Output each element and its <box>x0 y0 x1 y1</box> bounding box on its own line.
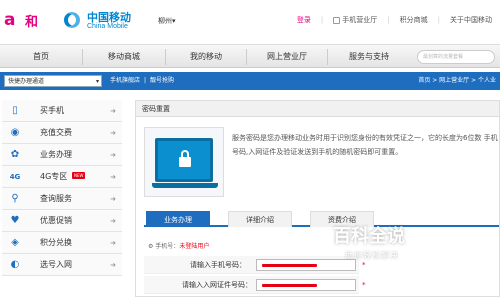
and-logo-char: 和 <box>25 15 39 30</box>
china-mobile-logo[interactable]: 中国移动 China Mobile <box>60 8 150 34</box>
sidebar-item-recharge[interactable]: ◉ 充值交费 ➜ <box>2 122 122 144</box>
gift-icon: ◈ <box>11 237 19 248</box>
top-header: a 和 中国移动 China Mobile 柳州▾ 登录 | 手机营业厅 | 积… <box>0 0 500 42</box>
sidebar-item-business[interactable]: ✿ 业务办理 ➜ <box>2 144 122 166</box>
new-badge: NEW <box>72 172 86 179</box>
phone-icon: ▯ <box>12 105 18 116</box>
sidebar-item-label: 4G专区 <box>40 172 68 181</box>
arrow-right-icon: ➜ <box>110 151 116 159</box>
login-status: ⚙ 手机号：未登陆用户 <box>148 241 209 250</box>
quick-bar: 快捷办理通道 ▾ 手机旗舰店 | 靓号抢购 首页 > 网上营业厅 > 个人业 <box>0 72 500 90</box>
tab-business[interactable]: 业务办理 <box>146 211 210 227</box>
login-status-value: 未登陆用户 <box>179 243 210 250</box>
coin-icon: ◉ <box>10 127 20 138</box>
redaction-mark <box>262 284 317 287</box>
laptop-icon <box>152 138 218 188</box>
tab-details[interactable]: 详细介绍 <box>228 211 292 227</box>
and-logo[interactable]: a 和 <box>4 8 42 34</box>
quick-access-value: 快捷办理通道 <box>8 78 45 85</box>
mobile-hall-label: 手机营业厅 <box>342 16 378 24</box>
arrow-right-icon: ➜ <box>110 239 116 247</box>
sidebar-item-choose-number[interactable]: ◐ 选号入网 ➜ <box>2 254 122 276</box>
id-number-label: 请输入入网证件号码： <box>182 281 252 289</box>
4g-icon: 4G <box>9 173 21 181</box>
sidebar-item-label: 积分兑换 <box>40 238 72 247</box>
watermark: 百科全说 助你轻松解决 <box>333 222 473 277</box>
sidebar: ▯ 买手机 ➜ ◉ 充值交费 ➜ ✿ 业务办理 ➜ 4G 4G专区 NEW ➜ … <box>2 100 122 297</box>
arrow-right-icon: ➜ <box>110 107 116 115</box>
lock-body <box>179 157 191 167</box>
phone-number-label: 请输入手机号码： <box>190 261 246 269</box>
arrow-right-icon: ➜ <box>110 261 116 269</box>
top-links: 登录 | 手机营业厅 | 积分商城 | 关于中国移动 <box>297 15 492 25</box>
nav-item-my-mobile[interactable]: 我的移动 <box>166 45 246 69</box>
lock-illustration <box>144 127 224 197</box>
nav-item-online-hall[interactable]: 网上营业厅 <box>247 45 327 69</box>
lucky-number-link[interactable]: 靓号抢购 <box>150 72 174 90</box>
china-mobile-name-en: China Mobile <box>87 23 128 30</box>
flagship-store-link[interactable]: 手机旗舰店 <box>110 72 140 90</box>
sidebar-item-buy-phone[interactable]: ▯ 买手机 ➜ <box>2 100 122 122</box>
phone-number-row: 请输入手机号码： * <box>144 256 366 274</box>
mobile-hall-link[interactable]: 手机营业厅 <box>333 15 377 25</box>
city-selector[interactable]: 柳州▾ <box>158 16 176 26</box>
watermark-subtitle: 助你轻松解决 <box>345 251 399 260</box>
divider: | <box>387 16 390 24</box>
required-mark: * <box>362 281 366 289</box>
nav-item-service[interactable]: 服务与支持 <box>328 45 410 69</box>
and-logo-letter: a <box>4 10 16 30</box>
divider: | <box>437 16 440 24</box>
sidebar-item-label: 选号入网 <box>40 260 72 269</box>
about-link[interactable]: 关于中国移动 <box>450 15 492 25</box>
login-link[interactable]: 登录 <box>297 15 311 25</box>
heart-icon: ♥ <box>10 215 20 226</box>
watermark-title: 百科全说 <box>333 226 405 247</box>
sim-icon: ◐ <box>10 259 20 270</box>
sidebar-item-query[interactable]: ⚲ 查询服务 ➜ <box>2 188 122 210</box>
nav-item-home[interactable]: 首页 <box>0 45 82 69</box>
quick-links: 手机旗舰店 | 靓号抢购 <box>110 72 174 90</box>
arrow-right-icon: ➜ <box>110 217 116 225</box>
flower-icon: ✿ <box>10 149 20 160</box>
arrow-right-icon: ➜ <box>110 195 116 203</box>
id-number-input[interactable] <box>256 279 356 291</box>
nav-item-mall[interactable]: 移动商城 <box>83 45 165 69</box>
sidebar-item-label: 充值交费 <box>40 128 72 137</box>
divider: | <box>320 16 324 24</box>
phone-icon <box>333 16 341 24</box>
search-icon: ⚲ <box>11 193 19 204</box>
points-mall-link[interactable]: 积分商城 <box>400 15 428 25</box>
sidebar-item-promotions[interactable]: ♥ 优惠促销 ➜ <box>2 210 122 232</box>
chevron-down-icon: ▾ <box>172 17 176 25</box>
chevron-down-icon: ▾ <box>95 78 99 85</box>
panel-title: 密码重置 <box>136 101 499 117</box>
china-mobile-logo-icon <box>64 12 80 28</box>
main-nav: 首页 移动商城 我的移动 网上营业厅 服务与支持 最划算的流量套餐 <box>0 44 500 68</box>
sidebar-item-points[interactable]: ◈ 积分兑换 ➜ <box>2 232 122 254</box>
sidebar-item-4g[interactable]: 4G 4G专区 NEW ➜ <box>2 166 122 188</box>
city-name: 柳州 <box>158 17 172 25</box>
service-description: 服务密码是您办理移动业务时用于识别您身份的有效凭证之一，它的长度为6位数 手机号… <box>232 134 498 156</box>
divider: | <box>144 77 147 84</box>
sidebar-item-label: 优惠促销 <box>40 216 72 225</box>
redaction-mark <box>262 264 317 267</box>
sidebar-item-label: 买手机 <box>40 106 64 115</box>
quick-access-select[interactable]: 快捷办理通道 ▾ <box>4 75 102 87</box>
sidebar-item-label: 查询服务 <box>40 194 72 203</box>
arrow-right-icon: ➜ <box>110 129 116 137</box>
id-number-row: 请输入入网证件号码： * <box>144 276 366 294</box>
phone-label: 手机号： <box>155 243 180 250</box>
breadcrumb[interactable]: 首页 > 网上营业厅 > 个人业 <box>418 72 496 90</box>
sidebar-item-label: 业务办理 <box>40 150 72 159</box>
arrow-right-icon: ➜ <box>110 173 116 181</box>
search-input[interactable]: 最划算的流量套餐 <box>417 50 495 64</box>
